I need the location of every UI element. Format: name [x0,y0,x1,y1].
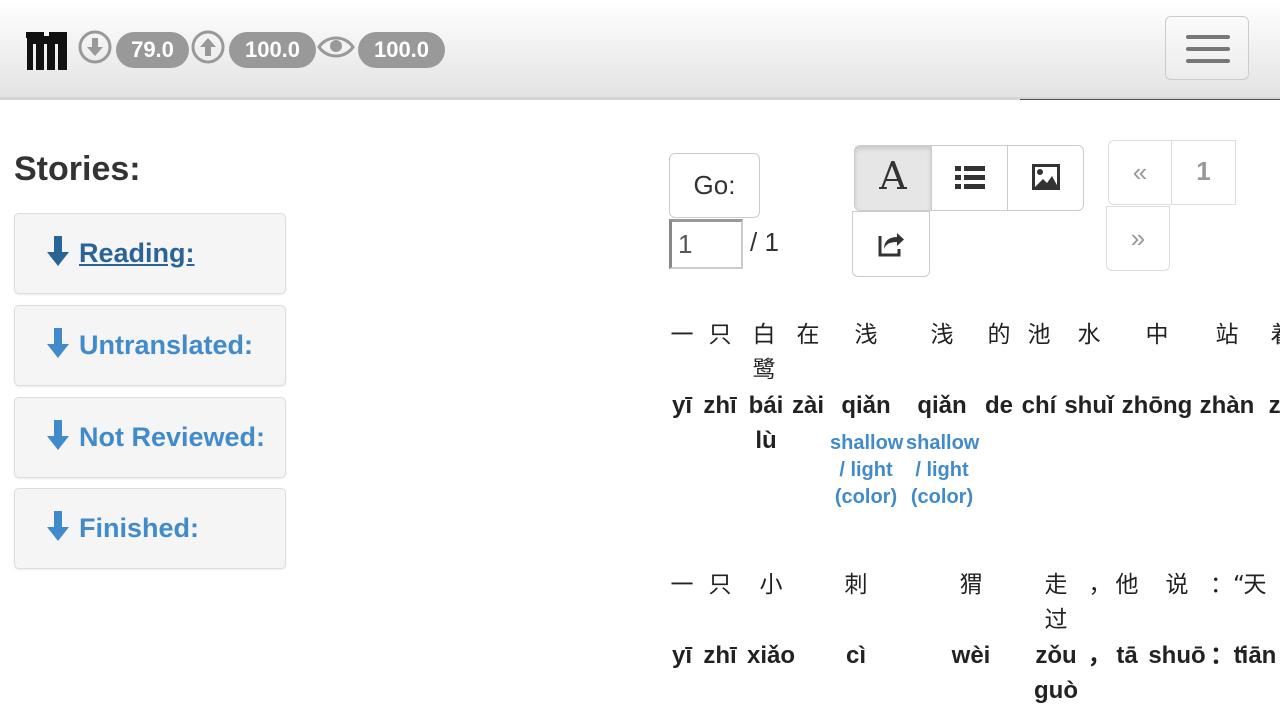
word[interactable]: 的 de [982,318,1016,423]
word[interactable]: 浅 qiǎn shallow / light (color) [906,318,980,511]
word[interactable]: ， ， [1088,568,1112,673]
word[interactable]: 水 shuǐ [1064,318,1114,423]
word[interactable]: 只 zhī [702,568,738,673]
story-group-not-reviewed[interactable]: Not Reviewed: [14,397,286,478]
word[interactable]: 天 tiān [1232,568,1278,673]
translation: shallow / light (color) [906,432,980,508]
word[interactable]: 站 zhàn [1196,318,1258,423]
share-icon [878,233,904,257]
upload-circle-icon [191,30,225,64]
word[interactable]: 说 shuō [1146,568,1208,673]
image-icon [1032,164,1060,190]
navbar-divider [1020,99,1280,100]
arrow-down-icon [47,328,69,358]
word[interactable]: 白鹭 bái lù [746,318,784,458]
arrow-down-icon [47,511,69,541]
word[interactable]: 浅 qiǎn shallow / light (color) [830,318,904,511]
views-badge: 100.0 [358,32,445,68]
story-group-label[interactable]: Not Reviewed: [79,422,265,453]
word[interactable]: 走过 zǒu guò [1030,568,1082,708]
arrow-down-icon [47,236,69,266]
list-mode-button[interactable] [931,145,1008,211]
uploads-badge: 100.0 [229,32,316,68]
top-navbar: 79.0 100.0 100.0 [0,0,1280,100]
page-total: / 1 [750,227,779,257]
word[interactable]: 只 zhī [702,318,738,423]
word[interactable]: 刺 cì [820,568,892,673]
m-logo-icon[interactable] [26,28,68,70]
word[interactable]: 一 yī [670,318,698,423]
pager-prev-button[interactable]: « [1108,140,1172,205]
go-button[interactable]: Go: [669,153,760,218]
story-group-label[interactable]: Reading: [79,238,195,269]
story-group-untranslated[interactable]: Untranslated: [14,305,286,386]
downloads-badge: 79.0 [116,32,189,68]
list-icon [955,166,985,189]
word[interactable]: 一 yī [670,568,698,673]
hamburger-menu-button[interactable] [1165,16,1249,80]
text-font-icon: A [879,154,907,198]
word[interactable]: 猬 wèi [934,568,1008,673]
eye-icon [317,36,355,58]
word[interactable]: 着 zh [1262,318,1280,423]
word[interactable]: 池 chí [1020,318,1058,423]
pager-page-1[interactable]: 1 [1171,140,1236,205]
reading-text: 一 yī 只 zhī 白鹭 bái lù 在 zài 浅 qiǎn shallo… [670,318,1280,720]
pager-next-button[interactable]: » [1106,206,1170,271]
word[interactable]: 小 xiǎo [744,568,798,673]
translation: shallow / light (color) [830,432,904,508]
text-mode-button[interactable]: A [854,145,932,211]
stories-heading: Stories: [14,150,141,188]
word[interactable]: 中 zhōng [1120,318,1194,423]
download-circle-icon [78,30,112,64]
story-group-finished[interactable]: Finished: [14,488,286,569]
hamburger-menu-icon [1186,35,1230,39]
story-group-reading[interactable]: Reading: [14,213,286,294]
word[interactable]: 在 zài [788,318,828,423]
arrow-down-icon [47,420,69,450]
story-group-label[interactable]: Untranslated: [79,330,253,361]
page-number-input[interactable] [669,219,743,269]
share-button[interactable] [852,211,930,277]
image-mode-button[interactable] [1007,145,1084,211]
word[interactable]: 他 tā [1110,568,1144,673]
story-group-label[interactable]: Finished: [79,513,199,544]
